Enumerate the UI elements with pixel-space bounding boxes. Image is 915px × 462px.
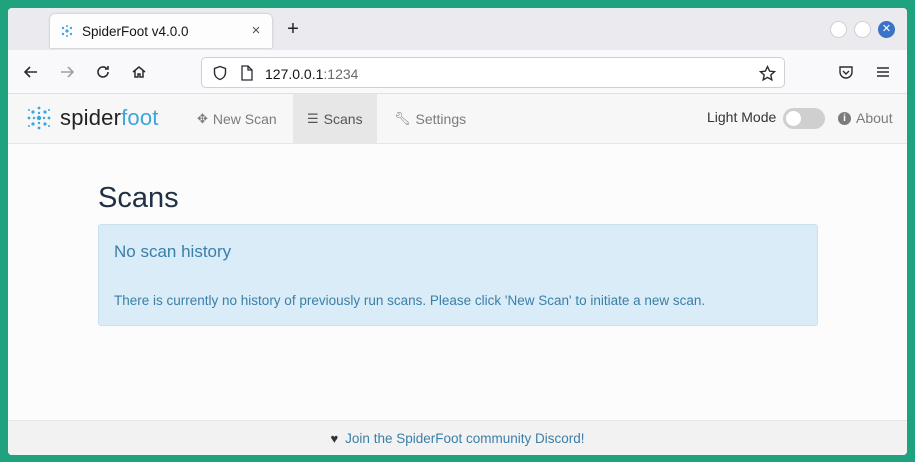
url-host: 127.0.0.1 [265,66,324,82]
menu-icon[interactable] [874,63,892,81]
heart-icon: ♥ [330,430,339,446]
nav-settings-label: Settings [415,111,467,127]
logo-text-foot: foot [121,105,159,130]
tab-close-icon[interactable]: × [248,23,264,39]
spiderfoot-logo[interactable]: spiderfoot [24,103,159,133]
app-navbar: spiderfoot ✥ New Scan ☰ Scans 🔧︎ Setting… [8,94,907,144]
url-port: :1234 [323,66,359,82]
alert-title: No scan history [114,242,232,261]
footer: ♥ Join the SpiderFoot community Discord! [8,420,907,455]
info-icon: i [838,111,851,125]
list-icon: ☰ [307,111,319,126]
nav-settings[interactable]: 🔧︎ Settings [380,94,480,144]
nav-scans-label: Scans [323,111,363,127]
url-bar[interactable]: 127.0.0.1:1234 [201,57,785,88]
wrench-icon: 🔧︎ [394,111,411,126]
logo-text-spider: spider [60,105,122,130]
page-title: Scans [98,182,179,214]
page-content: spiderfoot ✥ New Scan ☰ Scans 🔧︎ Setting… [8,94,907,455]
discord-link[interactable]: Join the SpiderFoot community Discord! [345,431,584,446]
shield-icon[interactable] [211,64,229,82]
tab-strip: SpiderFoot v4.0.0 × + ✕ [8,8,907,50]
minimize-icon[interactable] [830,21,847,38]
home-icon[interactable] [130,63,148,81]
page-icon[interactable] [238,64,256,82]
new-tab-icon[interactable]: + [285,19,301,39]
back-icon[interactable] [22,63,40,81]
browser-toolbar: 127.0.0.1:1234 [8,50,907,94]
nav-new-scan[interactable]: ✥ New Scan [183,94,291,144]
crosshair-icon: ✥ [197,111,208,126]
browser-window: SpiderFoot v4.0.0 × + ✕ 127.0.0.1:1234 s… [8,8,907,455]
spiderfoot-logo-icon [27,106,51,130]
nav-new-scan-label: New Scan [212,111,277,127]
reload-icon[interactable] [94,63,112,81]
toggle-knob [786,111,801,126]
browser-tab[interactable]: SpiderFoot v4.0.0 × [50,14,272,48]
nav-about-label: About [856,110,893,126]
light-mode-toggle[interactable] [783,108,825,129]
star-icon[interactable] [758,64,776,82]
nav-about[interactable]: i About [838,110,893,126]
tab-title: SpiderFoot v4.0.0 [82,23,189,39]
forward-icon[interactable] [58,63,76,81]
url-text[interactable]: 127.0.0.1:1234 [265,66,358,82]
light-mode-label: Light Mode [707,109,777,125]
nav-scans[interactable]: ☰ Scans [293,94,377,144]
close-window-icon[interactable]: ✕ [878,21,895,38]
pocket-icon[interactable] [837,63,855,81]
alert-text: There is currently no history of previou… [114,293,706,308]
maximize-icon[interactable] [854,21,871,38]
spiderfoot-favicon-icon [61,25,73,37]
no-history-alert: No scan history There is currently no hi… [98,224,818,326]
